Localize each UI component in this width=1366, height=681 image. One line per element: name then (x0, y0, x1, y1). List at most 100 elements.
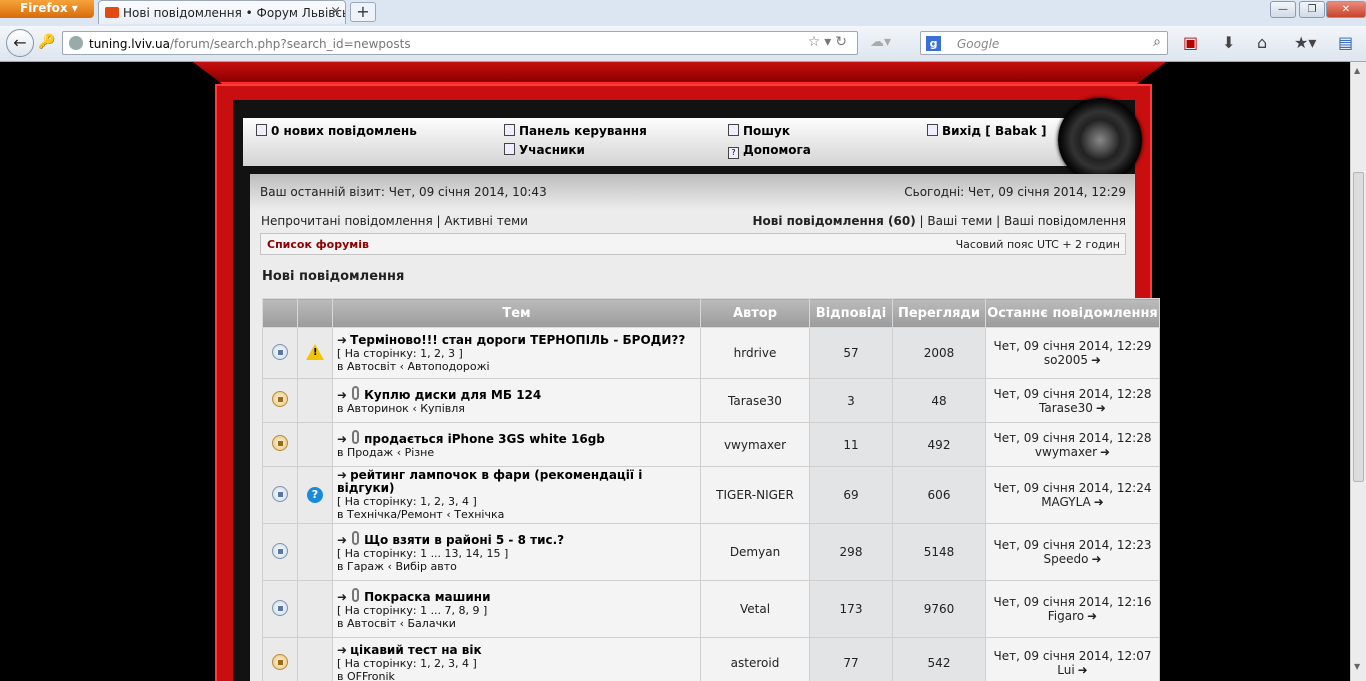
minimize-button[interactable]: — (1270, 1, 1296, 18)
forum-path[interactable]: в Автосвіт ‹ Балачки (337, 617, 456, 630)
bookmarks-icon[interactable]: ★▾ (1294, 33, 1316, 52)
maximize-button[interactable]: ❐ (1299, 1, 1325, 18)
your-topics-link[interactable]: Ваші теми (927, 214, 992, 228)
google-engine-icon[interactable]: g (926, 36, 941, 51)
author-link[interactable]: hrdrive (700, 327, 810, 379)
menu-help[interactable]: ? Допомога (728, 143, 811, 159)
extra-icon-cell: ? (297, 466, 333, 524)
table-row: ➜ Куплю диски для МБ 124 в Авторинок ‹ Ку… (262, 378, 1160, 423)
menu-control-panel[interactable]: Панель керування (504, 124, 647, 138)
search-bar[interactable]: g Google ⌕ (920, 31, 1168, 55)
site-identity-icon[interactable]: 🔑 (38, 34, 55, 50)
active-topics-link[interactable]: Активні теми (444, 214, 528, 228)
goto-last-post-icon[interactable]: ➜ (1091, 353, 1101, 367)
today-text: Сьогодні: Чет, 09 січня 2014, 12:29 (904, 185, 1126, 199)
topic-title-link[interactable]: Терміново!!! стан дороги ТЕРНОПІЛЬ - БРО… (350, 333, 685, 347)
menu-logout[interactable]: Вихід [ Babak ] (927, 124, 1047, 138)
topic-title-link[interactable]: цікавий тест на вік (350, 643, 482, 657)
author-link[interactable]: Vetal (700, 580, 810, 638)
forum-path[interactable]: в Технічка/Ремонт ‹ Технічка (337, 508, 504, 521)
topic-title-link[interactable]: Покраска машини (364, 590, 490, 604)
pagination[interactable]: [ На сторінку: 1 ... 13, 14, 15 ] (337, 547, 508, 560)
last-post-user[interactable]: Speedo (1043, 552, 1088, 566)
goto-last-post-icon[interactable]: ➜ (1078, 663, 1088, 677)
browser-tab[interactable]: Нові повідомлення • Форум Львівсько... × (98, 0, 346, 24)
views-count: 9760 (892, 580, 986, 638)
scroll-up-icon[interactable]: ▲ (1354, 66, 1360, 75)
topic-title-link[interactable]: Куплю диски для МБ 124 (364, 388, 541, 402)
last-post-user[interactable]: MAGYLA (1041, 495, 1091, 509)
home-icon[interactable]: ⌂ (1257, 33, 1267, 52)
forum-path[interactable]: в Авторинок ‹ Купівля (337, 402, 465, 415)
replies-count: 11 (809, 422, 893, 467)
pagination[interactable]: [ На сторінку: 1, 2, 3, 4 ] (337, 657, 477, 670)
downloads-icon[interactable]: ⬇ (1222, 33, 1235, 52)
menu-members[interactable]: Учасники (504, 143, 585, 157)
header-replies[interactable]: Відповіді (809, 298, 893, 328)
last-post-user[interactable]: Tarase30 (1039, 401, 1093, 415)
forum-path[interactable]: в Продаж ‹ Різне (337, 446, 434, 459)
quick-links-left: Непрочитані повідомлення | Активні теми (261, 214, 528, 228)
close-window-button[interactable]: ✕ (1326, 1, 1366, 18)
forum-list-link[interactable]: Список форумів (267, 238, 369, 251)
last-post-user[interactable]: Figaro (1048, 609, 1084, 623)
author-link[interactable]: Demyan (700, 523, 810, 581)
bookmark-star-icon[interactable]: ☆▾↻ (808, 34, 851, 50)
view-newest-icon[interactable]: ➜ (337, 388, 347, 402)
view-newest-icon[interactable]: ➜ (337, 643, 347, 657)
menu-search[interactable]: Пошук (728, 124, 790, 138)
youtube-addon-icon[interactable]: ▣ (1183, 33, 1198, 52)
back-button[interactable]: ← (6, 29, 34, 57)
scroll-down-icon[interactable]: ▼ (1354, 662, 1360, 671)
forum-path[interactable]: в Гараж ‹ Вибір авто (337, 560, 457, 573)
addon-icon[interactable]: ☁▾ (870, 34, 891, 50)
header-views[interactable]: Перегляди (892, 298, 986, 328)
pvd-addon-icon[interactable]: ▤ (1338, 33, 1353, 52)
table-row: ➜ Що взяти в районі 5 - 8 тис.? [ На стор… (262, 523, 1160, 581)
tab-close-icon[interactable]: × (330, 4, 341, 19)
view-newest-icon[interactable]: ➜ (337, 432, 347, 446)
pagination[interactable]: [ На сторінку: 1, 2, 3, 4 ] (337, 495, 477, 508)
header-last-post[interactable]: Останнє повідомлення (985, 298, 1160, 328)
forum-path[interactable]: в Автосвіт ‹ Автоподорожі (337, 360, 490, 373)
author-link[interactable]: Tarase30 (700, 378, 810, 423)
last-post-user[interactable]: Lui (1057, 663, 1074, 677)
goto-last-post-icon[interactable]: ➜ (1091, 552, 1101, 566)
firefox-menu-button[interactable]: Firefox ▾ (0, 0, 94, 18)
url-host: tuning.lviv.ua (89, 37, 170, 51)
unread-link[interactable]: Непрочитані повідомлення (261, 214, 433, 228)
forum-path[interactable]: в OFFronik (337, 670, 395, 681)
topics-table: Тем Автор Відповіді Перегляди Останнє по… (262, 298, 1160, 681)
pagination[interactable]: [ На сторінку: 1, 2, 3 ] (337, 347, 463, 360)
view-newest-icon[interactable]: ➜ (337, 468, 347, 482)
topic-title-link[interactable]: Що взяти в районі 5 - 8 тис.? (364, 533, 564, 547)
author-link[interactable]: asteroid (700, 637, 810, 681)
url-bar[interactable]: tuning.lviv.ua/forum/search.php?search_i… (62, 31, 858, 55)
last-post-cell: Чет, 09 січня 2014, 12:23 Speedo ➜ (985, 523, 1160, 581)
pagination[interactable]: [ На сторінку: 1 ... 7, 8, 9 ] (337, 604, 487, 617)
vertical-scrollbar[interactable]: ▲ ▼ (1350, 62, 1366, 681)
new-tab-button[interactable]: + (350, 2, 376, 22)
breadcrumb: Список форумів Часовий пояс UTC + 2 годи… (260, 233, 1126, 255)
header-author[interactable]: Автор (700, 298, 810, 328)
author-link[interactable]: vwymaxer (700, 422, 810, 467)
goto-last-post-icon[interactable]: ➜ (1087, 609, 1097, 623)
your-posts-link[interactable]: Ваші повідомлення (1004, 214, 1126, 228)
table-row: ➜ Покраска машини [ На сторінку: 1 ... 7,… (262, 580, 1160, 638)
topic-title-link[interactable]: продається iPhone 3GS white 16gb (364, 432, 605, 446)
new-posts-link[interactable]: Нові повідомлення (60) (752, 214, 915, 228)
topic-title-link[interactable]: рейтинг лампочок в фари (рекомендації і … (337, 468, 642, 495)
menu-new-messages[interactable]: 0 нових повідомлень (256, 124, 417, 138)
search-icon[interactable]: ⌕ (1153, 34, 1161, 50)
scrollbar-thumb[interactable] (1353, 172, 1364, 482)
last-post-user[interactable]: so2005 (1044, 353, 1088, 367)
view-newest-icon[interactable]: ➜ (337, 333, 347, 347)
header-topic[interactable]: Тем (332, 298, 701, 328)
goto-last-post-icon[interactable]: ➜ (1100, 445, 1110, 459)
goto-last-post-icon[interactable]: ➜ (1094, 495, 1104, 509)
last-post-user[interactable]: vwymaxer (1035, 445, 1097, 459)
author-link[interactable]: TIGER-NIGER (700, 466, 810, 524)
view-newest-icon[interactable]: ➜ (337, 590, 347, 604)
goto-last-post-icon[interactable]: ➜ (1096, 401, 1106, 415)
view-newest-icon[interactable]: ➜ (337, 533, 347, 547)
